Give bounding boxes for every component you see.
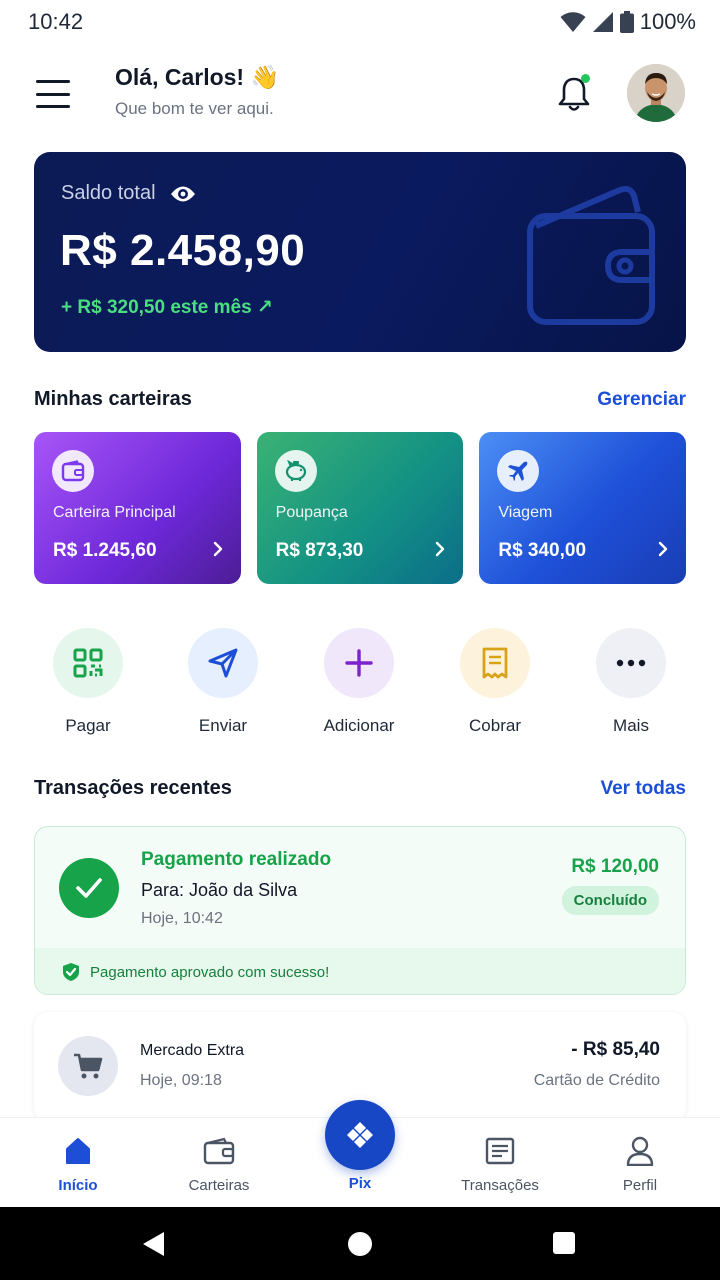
nav-pix-label[interactable]: Pix	[300, 1175, 420, 1192]
balance-monthly-change: + R$ 320,50 este mês ↗	[61, 297, 273, 318]
recent-apps-button[interactable]	[553, 1232, 575, 1254]
list-icon	[440, 1136, 560, 1166]
menu-line	[36, 80, 70, 83]
add-label: Adicionar	[323, 716, 395, 735]
nav-carteiras[interactable]: Carteiras	[159, 1136, 279, 1194]
manage-wallets-link[interactable]: Gerenciar	[597, 389, 686, 411]
greeting-title: Olá, Carlos! 👋	[115, 64, 280, 90]
battery-percent: 100%	[639, 9, 696, 34]
chevron-right-icon	[436, 541, 445, 557]
battery-icon	[619, 11, 634, 33]
charge-label: Cobrar	[469, 716, 521, 735]
wallet-card-viagem[interactable]: Viagem R$ 340,00	[479, 432, 687, 584]
transaction-title: Mercado Extra	[140, 1042, 245, 1059]
wallet-value: R$ 340,00	[498, 540, 587, 561]
check-icon	[59, 858, 119, 918]
home-icon	[18, 1136, 138, 1166]
menu-line	[36, 92, 70, 96]
balance-card[interactable]: Saldo total R$ 2.458,90 + R$ 320,50 este…	[34, 152, 686, 352]
cart-icon	[58, 1036, 118, 1096]
greeting-subtitle: Que bom te ver aqui.	[115, 99, 274, 118]
airplane-icon	[497, 450, 540, 492]
wallet-card-poupanca[interactable]: Poupança R$ 873,30	[256, 432, 464, 584]
notification-dot	[581, 74, 590, 83]
transaction-title: Pagamento realizado	[141, 849, 332, 870]
nav-label: Transações	[461, 1177, 539, 1194]
pix-icon	[347, 1122, 373, 1148]
transaction-recipient: Para: João da Silva	[141, 880, 298, 900]
status-badge: Concluído	[561, 886, 659, 915]
see-all-link[interactable]: Ver todas	[600, 778, 686, 800]
wallet-name: Viagem	[498, 504, 553, 521]
home-button[interactable]	[348, 1232, 372, 1256]
wallets-list: Carteira Principal R$ 1.245,60 Poupança …	[34, 432, 687, 584]
balance-value: R$ 2.458,90	[60, 226, 306, 275]
more-button[interactable]: Mais	[571, 628, 691, 736]
transactions-section-header: Transações recentes Ver todas	[34, 777, 686, 800]
send-label: Enviar	[198, 716, 248, 735]
nav-perfil[interactable]: Perfil	[580, 1136, 700, 1194]
wallets-section-header: Minhas carteiras Gerenciar	[34, 388, 686, 411]
quick-actions: Pagar Enviar Adicionar Cobrar Mais	[0, 628, 720, 738]
wifi-icon	[560, 12, 586, 32]
send-icon	[188, 628, 258, 698]
system-nav-bar	[0, 1207, 720, 1280]
menu-button[interactable]	[36, 80, 70, 108]
transaction-amount: R$ 120,00	[571, 856, 659, 877]
transactions-section-title: Transações recentes	[34, 777, 232, 799]
notifications-button[interactable]	[556, 74, 592, 114]
nav-inicio[interactable]: Início	[18, 1136, 138, 1194]
status-icons: 100%	[560, 9, 696, 35]
wallet-name: Carteira Principal	[53, 504, 176, 521]
wallet-card-principal[interactable]: Carteira Principal R$ 1.245,60	[34, 432, 241, 584]
qr-code-icon	[53, 628, 123, 698]
wallet-value: R$ 1.245,60	[53, 540, 157, 561]
send-button[interactable]: Enviar	[163, 628, 283, 736]
chevron-right-icon	[213, 541, 222, 557]
eye-icon[interactable]	[170, 185, 196, 203]
transaction-time: Hoje, 09:18	[140, 1072, 222, 1089]
balance-label-row: Saldo total	[61, 182, 196, 205]
nav-label: Perfil	[622, 1177, 658, 1194]
balance-label: Saldo total	[61, 182, 156, 204]
wallets-section-title: Minhas carteiras	[34, 388, 192, 410]
avatar[interactable]	[627, 64, 685, 122]
transaction-time: Hoje, 10:42	[141, 910, 223, 927]
user-icon	[580, 1136, 700, 1166]
avatar-image	[627, 64, 685, 122]
wallet-name: Poupança	[275, 504, 348, 521]
pay-label: Pagar	[65, 716, 111, 735]
transaction-amount: - R$ 85,40	[571, 1039, 660, 1060]
status-time: 10:42	[28, 9, 84, 34]
add-button[interactable]: Adicionar	[299, 628, 419, 736]
more-icon	[596, 628, 666, 698]
piggy-bank-icon	[274, 450, 317, 492]
status-bar: 10:42 100%	[0, 0, 720, 44]
more-label: Mais	[613, 716, 649, 735]
signal-icon	[592, 12, 613, 32]
header: Olá, Carlos! 👋 Que bom te ver aqui.	[0, 62, 720, 126]
greeting: Olá, Carlos! 👋 Que bom te ver aqui.	[115, 64, 279, 119]
shield-check-icon	[63, 963, 79, 981]
transaction-method: Cartão de Crédito	[533, 1072, 660, 1089]
back-icon[interactable]	[142, 1231, 166, 1257]
wallet-value: R$ 873,30	[275, 540, 364, 561]
chevron-right-icon	[658, 541, 668, 557]
transaction-note: Pagamento aprovado com sucesso!	[35, 948, 685, 994]
pix-button[interactable]	[325, 1100, 395, 1170]
wallet-icon	[527, 185, 655, 325]
nav-label: Início	[58, 1177, 98, 1194]
plus-icon	[324, 628, 394, 698]
pay-button[interactable]: Pagar	[28, 628, 148, 736]
charge-button[interactable]: Cobrar	[435, 628, 555, 736]
transaction-note-text: Pagamento aprovado com sucesso!	[90, 963, 330, 981]
nav-transacoes[interactable]: Transações	[440, 1136, 560, 1194]
menu-line	[36, 105, 70, 108]
bottom-nav: Início Carteiras Pix Transações Perfil	[0, 1100, 720, 1207]
wallet-icon	[159, 1136, 279, 1166]
transaction-item[interactable]: Pagamento realizado Para: João da Silva …	[34, 826, 686, 995]
wallet-icon	[52, 450, 94, 492]
receipt-icon	[460, 628, 530, 698]
nav-label: Carteiras	[188, 1177, 250, 1194]
